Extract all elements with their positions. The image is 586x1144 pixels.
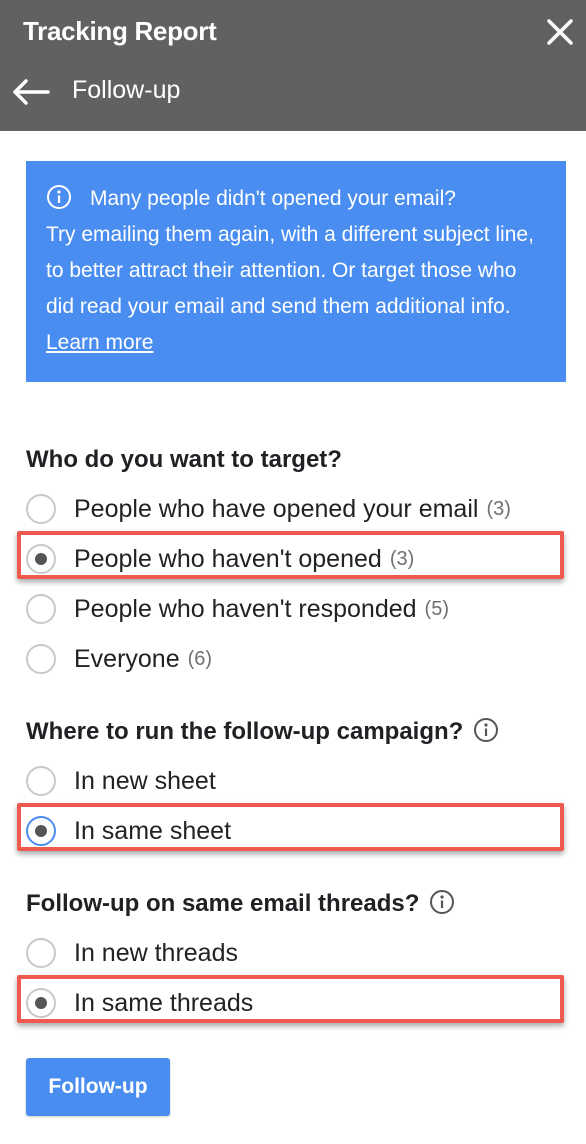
target-section-title: Who do you want to target? xyxy=(26,446,342,473)
info-banner: Many people didn't opened your email? Tr… xyxy=(26,161,566,382)
page-title: Follow-up xyxy=(72,76,181,104)
close-icon[interactable] xyxy=(546,18,574,46)
option-label: In same sheet xyxy=(74,816,232,845)
radio-button[interactable] xyxy=(26,766,56,796)
option-label: In same threads xyxy=(74,988,254,1017)
option-label: People who haven't opened xyxy=(74,544,382,573)
option-label: People who have opened your email xyxy=(74,494,479,523)
help-info-icon[interactable] xyxy=(473,717,499,743)
option-label: In new sheet xyxy=(74,766,216,795)
info-icon xyxy=(47,185,71,209)
app-header: Tracking Report Follow-up xyxy=(0,0,586,131)
radio-button[interactable] xyxy=(26,494,56,524)
follow-up-button[interactable]: Follow-up xyxy=(26,1058,170,1116)
info-first-line: Many people didn't opened your email? xyxy=(46,181,546,217)
target-option-not-responded[interactable]: People who haven't responded (5) xyxy=(26,592,449,626)
threads-title-text: Follow-up on same email threads? xyxy=(26,890,420,917)
campaign-title-text: Where to run the follow-up campaign? xyxy=(26,718,464,745)
option-count: (3) xyxy=(389,547,415,570)
radio-button-selected[interactable] xyxy=(26,988,56,1018)
target-option-not-opened[interactable]: People who haven't opened (3) xyxy=(26,542,414,576)
help-info-icon[interactable] xyxy=(429,889,455,915)
info-body-text: Try emailing them again, with a differen… xyxy=(46,217,546,361)
threads-option-same[interactable]: In same threads xyxy=(26,986,253,1020)
back-arrow-icon[interactable] xyxy=(12,78,50,106)
option-count: (5) xyxy=(424,597,449,620)
target-option-opened[interactable]: People who have opened your email (3) xyxy=(26,492,511,526)
threads-section-title: Follow-up on same email threads? xyxy=(26,889,455,918)
option-count: (3) xyxy=(486,497,511,520)
option-label: People who haven't responded xyxy=(74,594,417,623)
campaign-option-new-sheet[interactable]: In new sheet xyxy=(26,764,216,798)
learn-more-link[interactable]: Learn more xyxy=(46,331,153,354)
radio-button-selected[interactable] xyxy=(26,816,56,846)
info-headline: Many people didn't opened your email? xyxy=(90,187,456,210)
radio-button[interactable] xyxy=(26,938,56,968)
option-count: (6) xyxy=(187,647,213,670)
info-body: Try emailing them again, with a differen… xyxy=(46,223,534,318)
radio-button-selected[interactable] xyxy=(26,544,56,574)
radio-button[interactable] xyxy=(26,644,56,674)
campaign-section-title: Where to run the follow-up campaign? xyxy=(26,717,499,746)
radio-button[interactable] xyxy=(26,594,56,624)
campaign-option-same-sheet[interactable]: In same sheet xyxy=(26,814,231,848)
option-label: Everyone xyxy=(74,644,180,673)
app-title: Tracking Report xyxy=(23,16,217,46)
threads-option-new[interactable]: In new threads xyxy=(26,936,238,970)
option-label: In new threads xyxy=(74,938,238,967)
target-option-everyone[interactable]: Everyone (6) xyxy=(26,642,212,676)
